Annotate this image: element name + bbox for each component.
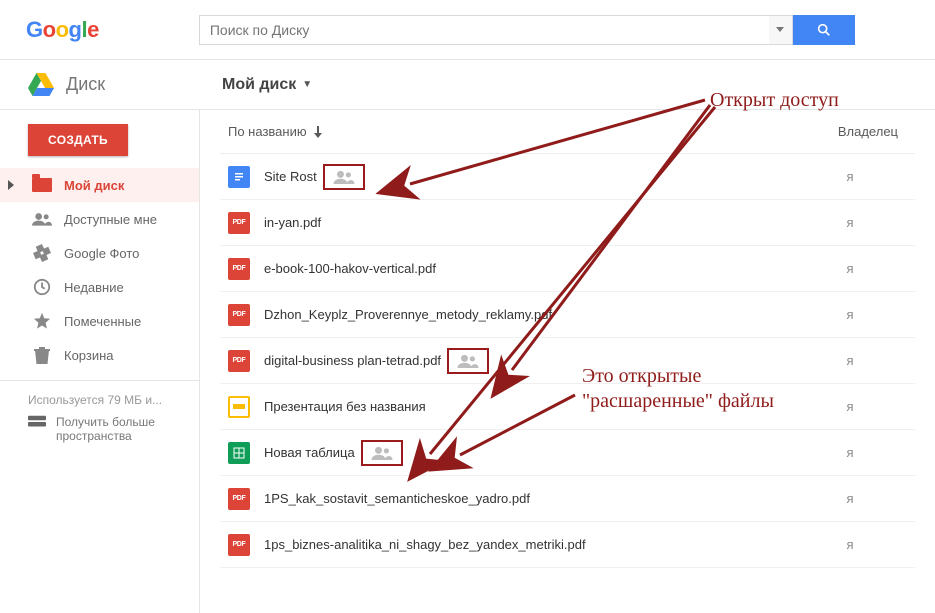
drive-label: Диск [66, 74, 105, 95]
file-owner: я [825, 399, 915, 414]
sidebar-item-label: Помеченные [64, 314, 141, 329]
pdf-icon: PDF [228, 304, 250, 326]
search-options-caret[interactable] [769, 15, 793, 45]
drive-header: Диск Мой диск ▼ [0, 60, 935, 110]
file-name: in-yan.pdf [250, 215, 321, 230]
sidebar-item-label: Google Фото [64, 246, 139, 261]
column-headers: По названию Владелец [220, 110, 915, 154]
file-row[interactable]: PDFdigital-business plan-tetrad.pdf я [220, 338, 915, 384]
folder-icon [32, 175, 52, 195]
sidebar: СОЗДАТЬ Мой диск Доступные мне Google Фо… [0, 110, 200, 613]
pdf-icon: PDF [228, 212, 250, 234]
sidebar-item-label: Доступные мне [64, 212, 157, 227]
file-row[interactable]: PDF1ps_biznes-analitika_ni_shagy_bez_yan… [220, 522, 915, 568]
shared-icon [323, 164, 365, 190]
clock-icon [32, 277, 52, 297]
photos-icon [32, 243, 52, 263]
file-row[interactable]: Новая таблица я [220, 430, 915, 476]
people-icon [32, 209, 52, 229]
file-row[interactable]: Презентация без названия я [220, 384, 915, 430]
shared-icon [447, 348, 489, 374]
file-owner: я [825, 445, 915, 460]
gsheet-icon [228, 442, 250, 464]
pdf-icon: PDF [228, 534, 250, 556]
sidebar-item-label: Корзина [64, 348, 114, 363]
search-bar [199, 15, 855, 45]
file-name: digital-business plan-tetrad.pdf [250, 353, 441, 368]
file-row[interactable]: PDFDzhon_Keyplz_Proverennye_metody_rekla… [220, 292, 915, 338]
buy-storage[interactable]: Получить больше пространства [0, 407, 180, 443]
file-list: По названию Владелец Site RostяPDFin-yan… [200, 110, 935, 613]
file-owner: я [825, 307, 915, 322]
drive-brand: Диск [0, 73, 222, 97]
sidebar-item-photos[interactable]: Google Фото [0, 236, 199, 270]
buy-storage-label: Получить больше пространства [56, 415, 168, 443]
column-header-owner[interactable]: Владелец [818, 124, 908, 139]
file-owner: я [825, 169, 915, 184]
breadcrumb-label: Мой диск [222, 76, 296, 94]
sidebar-item-recent[interactable]: Недавние [0, 270, 199, 304]
star-icon [32, 311, 52, 331]
file-name: Презентация без названия [250, 399, 426, 414]
file-row[interactable]: PDFin-yan.pdf я [220, 200, 915, 246]
search-icon [816, 22, 832, 38]
file-name: Site Rost [250, 169, 317, 184]
column-header-name-label: По названию [228, 124, 307, 139]
sidebar-item-label: Недавние [64, 280, 124, 295]
sidebar-item-shared[interactable]: Доступные мне [0, 202, 199, 236]
file-owner: я [825, 353, 915, 368]
file-name: 1PS_kak_sostavit_semanticheskoe_yadro.pd… [250, 491, 530, 506]
drive-icon [28, 73, 54, 97]
sidebar-item-starred[interactable]: Помеченные [0, 304, 199, 338]
gslides-icon [228, 396, 250, 418]
pdf-icon: PDF [228, 258, 250, 280]
column-header-name[interactable]: По названию [228, 124, 818, 139]
file-name: 1ps_biznes-analitika_ni_shagy_bez_yandex… [250, 537, 586, 552]
storage-usage: Используется 79 МБ и... [0, 380, 199, 407]
file-name: e-book-100-hakov-vertical.pdf [250, 261, 436, 276]
shared-icon [361, 440, 403, 466]
file-owner: я [825, 261, 915, 276]
file-row[interactable]: PDF1PS_kak_sostavit_semanticheskoe_yadro… [220, 476, 915, 522]
file-row[interactable]: PDFe-book-100-hakov-vertical.pdf я [220, 246, 915, 292]
sidebar-item-label: Мой диск [64, 178, 124, 193]
sort-arrow-icon [313, 126, 323, 138]
file-name: Новая таблица [250, 445, 355, 460]
pdf-icon: PDF [228, 350, 250, 372]
file-owner: я [825, 537, 915, 552]
google-logo: Google [26, 17, 99, 43]
search-button[interactable] [793, 15, 855, 45]
trash-icon [32, 345, 52, 365]
breadcrumb[interactable]: Мой диск ▼ [222, 76, 312, 94]
file-name: Dzhon_Keyplz_Proverennye_metody_reklamy.… [250, 307, 552, 322]
create-button[interactable]: СОЗДАТЬ [28, 124, 128, 156]
storage-icon [28, 415, 46, 432]
gdoc-icon [228, 166, 250, 188]
sidebar-item-my-drive[interactable]: Мой диск [0, 168, 199, 202]
search-input[interactable] [199, 15, 769, 45]
top-bar: Google [0, 0, 935, 60]
chevron-down-icon: ▼ [302, 79, 312, 90]
sidebar-item-trash[interactable]: Корзина [0, 338, 199, 372]
file-owner: я [825, 491, 915, 506]
file-owner: я [825, 215, 915, 230]
pdf-icon: PDF [228, 488, 250, 510]
file-row[interactable]: Site Rost я [220, 154, 915, 200]
